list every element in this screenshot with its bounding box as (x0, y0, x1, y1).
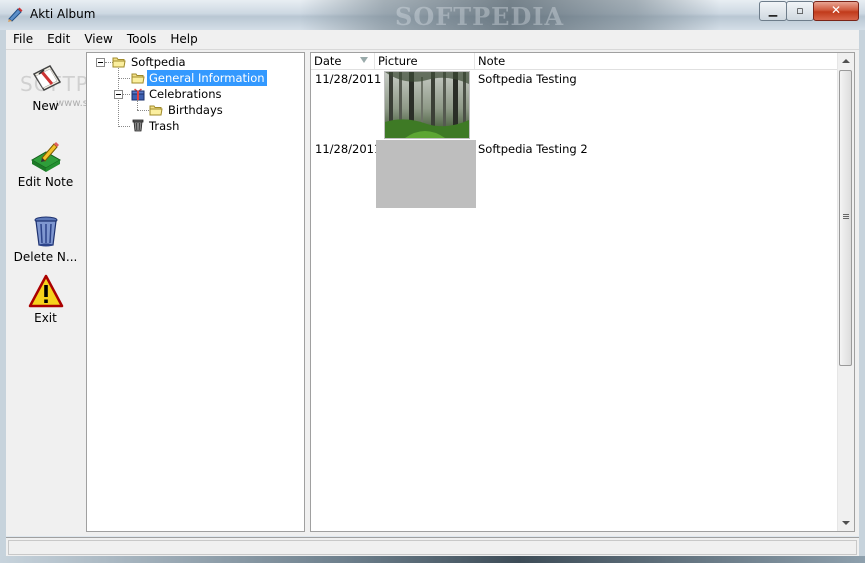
tree-connector (118, 126, 130, 127)
tree-item-label: Birthdays (168, 103, 223, 117)
status-bar (6, 537, 859, 557)
column-header-label: Picture (378, 54, 418, 68)
tree-item-label: Celebrations (149, 87, 222, 101)
exit-button[interactable]: Exit (6, 274, 85, 325)
app-window: SOFTPEDIA Akti Album ▁ ▫ ✕ File Edit Vie… (0, 0, 865, 563)
notes-list[interactable]: Date Picture Note 11/28/2011 Softpedia T… (310, 52, 855, 532)
row-note: Softpedia Testing (478, 72, 577, 86)
warning-icon (28, 274, 64, 310)
menu-edit[interactable]: Edit (40, 30, 77, 49)
minimize-button[interactable]: ▁ (759, 1, 787, 21)
window-title: Akti Album (30, 7, 96, 21)
minimize-icon: ▁ (768, 4, 778, 17)
row-date: 11/28/2011 (315, 142, 382, 156)
menu-view[interactable]: View (77, 30, 119, 49)
window-controls: ▁ ▫ ✕ (759, 1, 859, 21)
scroll-thumb[interactable] (839, 70, 852, 366)
window-frame-right (859, 30, 865, 556)
table-row[interactable]: 11/28/2011 Softpedia Testing 2 (311, 140, 838, 210)
vertical-scrollbar[interactable] (837, 53, 854, 531)
folder-icon (112, 57, 126, 68)
title-watermark: SOFTPEDIA (395, 2, 565, 31)
column-header-picture[interactable]: Picture (375, 53, 475, 69)
column-header-date[interactable]: Date (311, 53, 375, 69)
tree-connector (118, 78, 130, 79)
tree-collapse-toggle-root[interactable] (96, 58, 105, 67)
edit-note-icon (28, 138, 64, 174)
tree-connector (137, 110, 149, 111)
table-row[interactable]: 11/28/2011 Softpedia Testing (311, 70, 838, 140)
menu-file[interactable]: File (6, 30, 40, 49)
trash-icon (132, 119, 144, 132)
album-tree[interactable]: Softpedia General Information Celebratio… (86, 52, 305, 532)
sort-descending-icon (360, 57, 368, 63)
list-header: Date Picture Note (311, 53, 838, 70)
maximize-icon: ▫ (796, 4, 804, 17)
tree-connector (123, 94, 130, 95)
status-panel (8, 540, 857, 555)
empty-picture-thumbnail (376, 140, 476, 208)
scroll-down-icon[interactable] (838, 515, 854, 531)
column-header-label: Note (478, 54, 506, 68)
folder-icon (131, 73, 145, 84)
new-button[interactable]: New (6, 62, 85, 113)
column-header-note[interactable]: Note (475, 53, 838, 69)
maximize-button[interactable]: ▫ (786, 1, 814, 21)
client-area: SOFTPED www.softpedia.com New (6, 50, 859, 536)
row-note: Softpedia Testing 2 (478, 142, 588, 156)
edit-note-button-label: Edit Note (17, 175, 74, 189)
trash-can-icon (28, 213, 64, 249)
title-bar[interactable]: SOFTPEDIA Akti Album ▁ ▫ ✕ (0, 0, 865, 31)
tree-connector (137, 100, 138, 110)
menu-bar: File Edit View Tools Help (6, 30, 859, 50)
exit-button-label: Exit (34, 311, 57, 325)
delete-note-button[interactable]: Delete N... (6, 213, 85, 264)
folder-icon (149, 105, 163, 116)
column-header-label: Date (314, 54, 342, 68)
tree-item-label: Trash (149, 119, 180, 133)
close-button[interactable]: ✕ (813, 1, 859, 21)
forest-photo-thumbnail (384, 71, 470, 139)
edit-note-button[interactable]: Edit Note (6, 138, 85, 189)
tree-item-label: General Information (147, 70, 267, 86)
row-date: 11/28/2011 (315, 72, 382, 86)
app-icon (8, 7, 23, 22)
side-toolbar: SOFTPED www.softpedia.com New (6, 52, 154, 536)
scroll-up-icon[interactable] (838, 53, 854, 69)
new-button-label: New (32, 99, 59, 113)
close-icon: ✕ (830, 3, 842, 17)
tree-collapse-toggle-celebrations[interactable] (114, 90, 123, 99)
window-frame-bottom (0, 556, 865, 563)
menu-tools[interactable]: Tools (120, 30, 164, 49)
gift-box-icon (131, 88, 145, 101)
forest-photo-image (385, 72, 469, 138)
tree-item-label: Softpedia (131, 55, 186, 69)
grip-icon (843, 214, 849, 215)
delete-note-button-label: Delete N... (13, 250, 78, 264)
menu-help[interactable]: Help (163, 30, 204, 49)
new-note-icon (28, 62, 64, 98)
